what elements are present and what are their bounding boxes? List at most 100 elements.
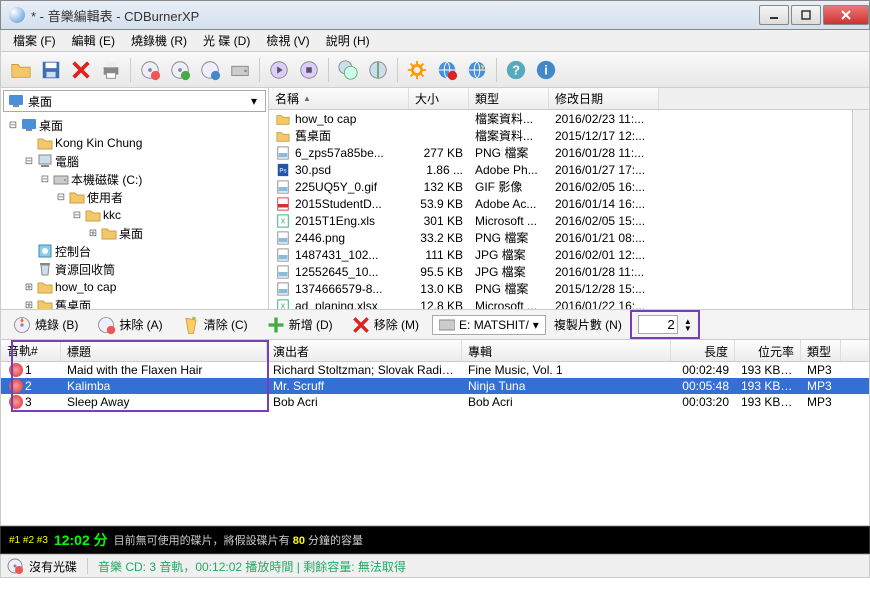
file-row[interactable]: how_to cap檔案資料...2016/02/23 11:... <box>269 110 852 127</box>
tree-node[interactable]: ⊞how_to cap <box>19 278 266 296</box>
col-track-title[interactable]: 標題 <box>61 340 267 361</box>
file-row[interactable]: 12552645_10...95.5 KBJPG 檔案2016/01/28 11… <box>269 263 852 280</box>
disc-add-button[interactable] <box>166 56 194 84</box>
expand-icon[interactable]: ⊞ <box>23 300 35 310</box>
expand-icon[interactable]: ⊟ <box>71 210 83 221</box>
col-track-album[interactable]: 專輯 <box>462 340 671 361</box>
expand-icon[interactable]: ⊟ <box>55 192 67 203</box>
update-button[interactable] <box>463 56 491 84</box>
expand-icon[interactable]: ⊞ <box>87 228 99 239</box>
maximize-button[interactable] <box>791 5 821 25</box>
add-button[interactable]: 新增 (D) <box>261 312 338 338</box>
expand-icon[interactable]: ⊟ <box>7 120 19 131</box>
track-row[interactable]: 3Sleep AwayBob AcriBob Acri00:03:20193 K… <box>1 394 869 410</box>
tree-node[interactable]: ⊟使用者 <box>51 188 266 206</box>
tree-node[interactable]: ⊟ 電腦 <box>19 152 266 170</box>
col-type[interactable]: 類型 <box>469 88 549 109</box>
expand-icon[interactable]: ⊟ <box>23 156 35 167</box>
folder-icon <box>101 225 117 241</box>
file-row[interactable]: 1487431_102...111 KBJPG 檔案2016/02/01 12:… <box>269 246 852 263</box>
menu-disc[interactable]: 光 碟 (D) <box>195 30 258 51</box>
menu-file[interactable]: 檔案 (F) <box>5 30 64 51</box>
remove-button[interactable]: 移除 (M) <box>346 312 424 338</box>
file-row[interactable]: 舊桌面檔案資料...2015/12/17 12:... <box>269 127 852 144</box>
disc-info-button[interactable] <box>196 56 224 84</box>
file-row[interactable]: 225UQ5Y_0.gif132 KBGIF 影像2016/02/05 16:.… <box>269 178 852 195</box>
tree-node[interactable]: ⊞桌面 <box>83 224 266 242</box>
tree-node[interactable]: 資源回收筒 <box>19 260 266 278</box>
col-track-bitrate[interactable]: 位元率 <box>735 340 801 361</box>
iso-button[interactable] <box>364 56 392 84</box>
tree-node[interactable]: ⊟桌面 <box>3 116 266 134</box>
burn-audio-button[interactable] <box>265 56 293 84</box>
folder-icon <box>69 189 85 205</box>
tree-label: 電腦 <box>55 153 79 170</box>
settings-button[interactable] <box>403 56 431 84</box>
col-track-artist[interactable]: 演出者 <box>267 340 462 361</box>
menu-help[interactable]: 說明 (H) <box>318 30 378 51</box>
chevron-down-icon[interactable]: ▾ <box>247 94 261 108</box>
col-track-length[interactable]: 長度 <box>671 340 735 361</box>
col-date[interactable]: 修改日期 <box>549 88 659 109</box>
about-button[interactable]: i <box>532 56 560 84</box>
burn-data-button[interactable] <box>295 56 323 84</box>
expand-icon[interactable]: ⊟ <box>39 174 51 185</box>
file-scrollbar[interactable] <box>852 110 869 309</box>
menu-burner[interactable]: 燒錄機 (R) <box>123 30 195 51</box>
clear-button[interactable]: 清除 (C) <box>176 312 253 338</box>
drive-select[interactable]: E: MATSHIT/ ▾ <box>432 315 546 335</box>
disc-erase-button[interactable] <box>136 56 164 84</box>
file-row[interactable]: 2015StudentD...53.9 KBAdobe Ac...2016/01… <box>269 195 852 212</box>
tree-node[interactable]: ⊟kkc <box>67 206 266 224</box>
file-icon <box>275 197 291 211</box>
spinner-icon[interactable]: ▲▼ <box>684 318 692 332</box>
file-row[interactable]: 1374666579-8...13.0 KBPNG 檔案2015/12/28 1… <box>269 280 852 297</box>
tree-node[interactable]: ⊟本機磁碟 (C:) <box>35 170 266 188</box>
file-size: 132 KB <box>409 180 469 194</box>
file-list-header: 名稱▲ 大小 類型 修改日期 <box>269 88 869 110</box>
track-list[interactable]: 1Maid with the Flaxen HairRichard Stoltz… <box>0 362 870 526</box>
file-row[interactable]: X2015T1Eng.xls301 KBMicrosoft ...2016/02… <box>269 212 852 229</box>
help-button[interactable]: ? <box>502 56 530 84</box>
col-size[interactable]: 大小 <box>409 88 469 109</box>
menu-view[interactable]: 檢視 (V) <box>258 30 317 51</box>
file-list[interactable]: how_to cap檔案資料...2016/02/23 11:...舊桌面檔案資… <box>269 110 852 309</box>
disc-timeline: #1 #2 #3 12:02 分 目前無可使用的碟片，將假設碟片有 80 分鐘的… <box>0 526 870 554</box>
track-artist: Mr. Scruff <box>267 379 462 393</box>
drive-button[interactable] <box>226 56 254 84</box>
file-row[interactable]: Ps30.psd1.86 ...Adobe Ph...2016/01/27 17… <box>269 161 852 178</box>
language-button[interactable] <box>433 56 461 84</box>
file-type: 檔案資料... <box>469 110 549 127</box>
print-button[interactable] <box>97 56 125 84</box>
expand-icon[interactable]: ⊞ <box>23 282 35 293</box>
col-track-type[interactable]: 類型 <box>801 340 841 361</box>
file-row[interactable]: Xad_planing.xlsx12.8 KBMicrosoft ...2016… <box>269 297 852 309</box>
col-name[interactable]: 名稱▲ <box>269 88 409 109</box>
drive-icon <box>439 319 455 331</box>
tree-node[interactable]: ⊞舊桌面 <box>19 296 266 309</box>
location-combo[interactable]: 桌面 ▾ <box>3 90 266 112</box>
file-row[interactable]: 6_zps57a85be...277 KBPNG 檔案2016/01/28 11… <box>269 144 852 161</box>
copy-disc-button[interactable] <box>334 56 362 84</box>
tree-node[interactable]: Kong Kin Chung <box>19 134 266 152</box>
folder-tree[interactable]: ⊟桌面Kong Kin Chung⊟電腦⊟本機磁碟 (C:)⊟使用者⊟kkc⊞桌… <box>1 114 268 309</box>
file-name: 2446.png <box>295 231 345 245</box>
folder-icon <box>37 279 53 295</box>
track-row[interactable]: 1Maid with the Flaxen HairRichard Stoltz… <box>1 362 869 378</box>
track-row[interactable]: 2KalimbaMr. ScruffNinja Tuna00:05:48193 … <box>1 378 869 394</box>
track-title: Maid with the Flaxen Hair <box>61 363 267 377</box>
copies-input[interactable] <box>638 315 678 334</box>
file-row[interactable]: 2446.png33.2 KBPNG 檔案2016/01/21 08:... <box>269 229 852 246</box>
col-track-num[interactable]: 音軌# <box>1 340 61 361</box>
delete-button[interactable] <box>67 56 95 84</box>
minimize-button[interactable] <box>759 5 789 25</box>
compilation-toolbar: 燒錄 (B) 抹除 (A) 清除 (C) 新增 (D) 移除 (M) E: MA… <box>0 310 870 340</box>
erase-button[interactable]: 抹除 (A) <box>91 312 167 338</box>
open-button[interactable] <box>7 56 35 84</box>
save-button[interactable] <box>37 56 65 84</box>
close-button[interactable] <box>823 5 869 25</box>
burn-button[interactable]: 燒錄 (B) <box>7 312 83 338</box>
file-name: how_to cap <box>295 112 356 126</box>
menu-edit[interactable]: 編輯 (E) <box>64 30 123 51</box>
tree-node[interactable]: 控制台 <box>19 242 266 260</box>
